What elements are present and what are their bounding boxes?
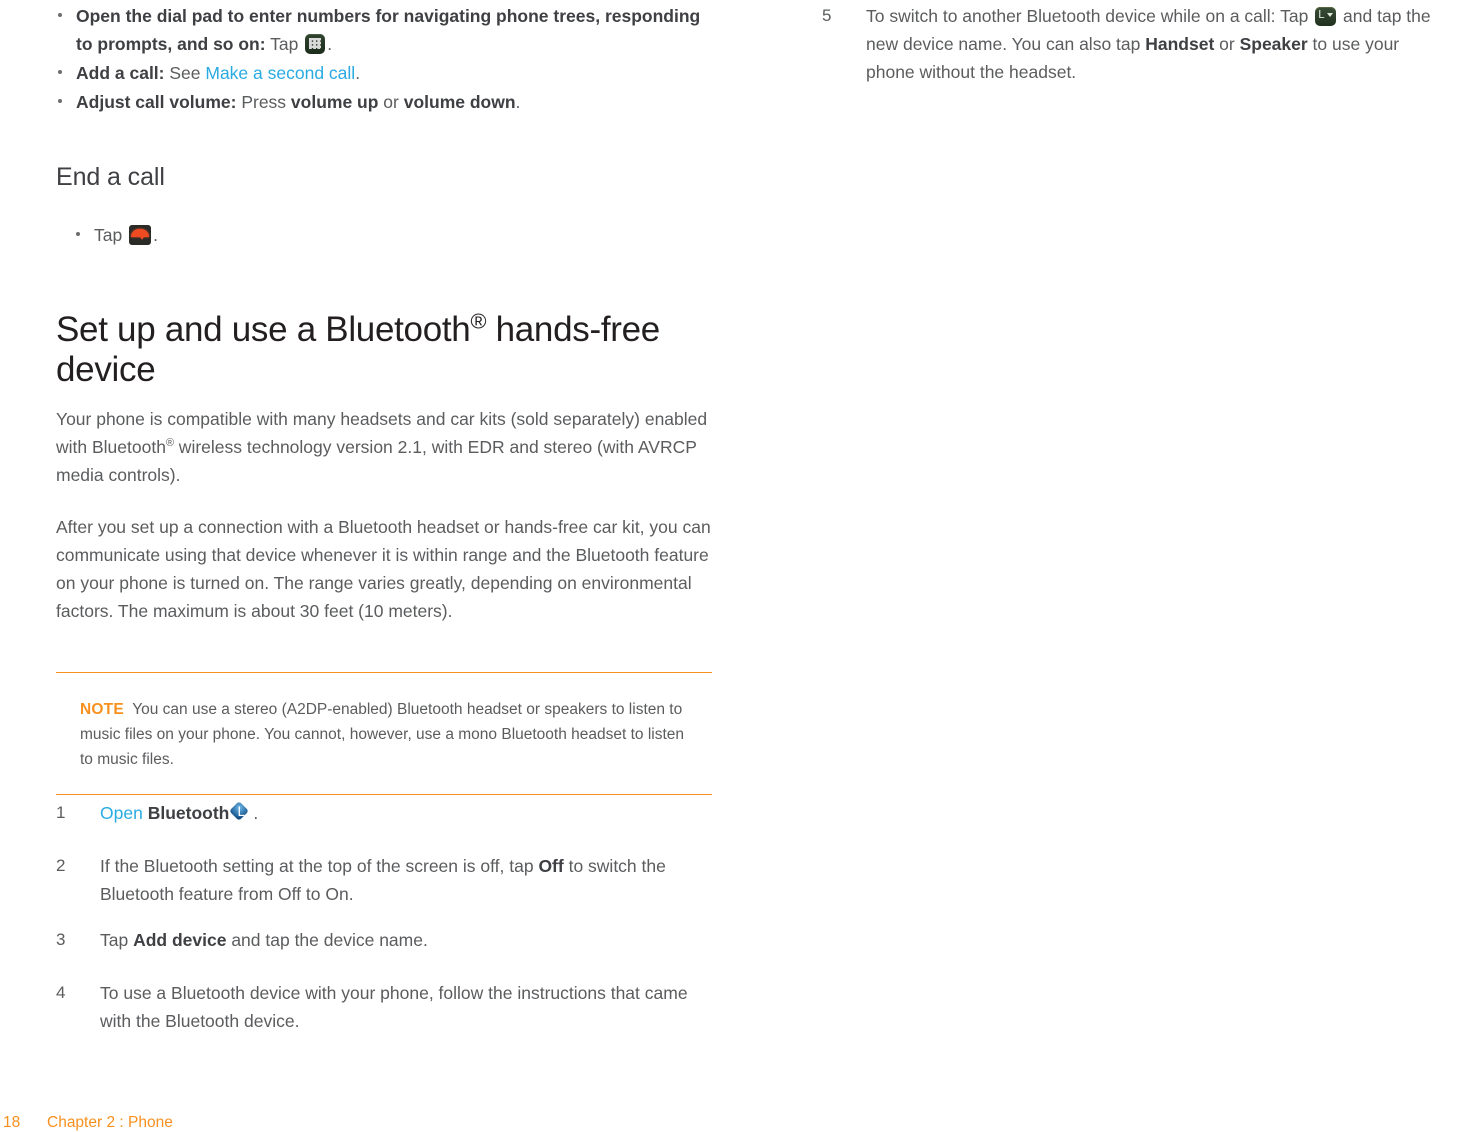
step-item-3: 3 Tap Add device and tap the device name… bbox=[56, 926, 716, 954]
bluetooth-rune-icon: ᒪ bbox=[237, 805, 245, 820]
page-title-part1: Set up and use a Bluetooth bbox=[56, 310, 471, 349]
step-text: Tap Add device and tap the device name. bbox=[100, 926, 716, 954]
step-number: 1 bbox=[56, 803, 66, 822]
bullet-lead-label: Adjust call volume: bbox=[76, 92, 237, 112]
intro-paragraph-1: Your phone is compatible with many heads… bbox=[56, 405, 716, 489]
document-page: Open the dial pad to enter numbers for n… bbox=[0, 0, 1475, 1131]
step-3-text-2: and tap the device name. bbox=[226, 930, 428, 950]
bluetooth-glyph-icon: ᒪ bbox=[1318, 8, 1325, 21]
registered-trademark-symbol: ® bbox=[165, 437, 174, 450]
bluetooth-setting-label: Bluetooth bbox=[147, 803, 230, 823]
step-number: 2 bbox=[56, 856, 66, 875]
note-content: NOTE You can use a stereo (A2DP-enabled)… bbox=[56, 673, 692, 794]
bullet-press-text: Press bbox=[236, 92, 291, 112]
step-number: 3 bbox=[56, 930, 66, 949]
speaker-button-label: Speaker bbox=[1239, 34, 1308, 54]
bullet-tap-text: Tap bbox=[265, 34, 304, 54]
step-2-text-1: If the Bluetooth setting at the top of t… bbox=[100, 856, 539, 876]
bullet-list: Open the dial pad to enter numbers for n… bbox=[56, 2, 716, 117]
cross-reference-link[interactable]: Make a second call bbox=[205, 63, 355, 83]
dialpad-icon[interactable] bbox=[305, 34, 326, 54]
bullet-period: . bbox=[515, 92, 521, 112]
note-bottom-rule bbox=[56, 794, 712, 795]
volume-down-key-label: volume down bbox=[403, 92, 516, 112]
bullet-lead-label: Open the dial pad to enter numbers for n… bbox=[76, 6, 701, 54]
step-item-2: 2 If the Bluetooth setting at the top of… bbox=[56, 852, 716, 908]
note-callout: NOTE You can use a stereo (A2DP-enabled)… bbox=[56, 672, 712, 795]
bullet-text: Tap . bbox=[94, 221, 494, 249]
bullet-text: Add a call: See Make a second call. bbox=[76, 59, 716, 87]
off-toggle-label: Off bbox=[538, 856, 564, 876]
page-title: Set up and use a Bluetooth® hands-free d… bbox=[56, 310, 716, 390]
step-text: To use a Bluetooth device with your phon… bbox=[100, 983, 688, 1031]
list-item: Open the dial pad to enter numbers for n… bbox=[56, 2, 716, 58]
bullet-dot-icon bbox=[58, 70, 62, 74]
list-item: Add a call: See Make a second call. bbox=[56, 59, 716, 87]
bullet-text: Open the dial pad to enter numbers for n… bbox=[76, 2, 716, 58]
step-text: Open Bluetooth ᒪ. bbox=[100, 799, 716, 827]
end-call-tap-text: Tap bbox=[94, 225, 128, 245]
handset-button-label: Handset bbox=[1145, 34, 1215, 54]
step-text: To switch to another Bluetooth device wh… bbox=[866, 2, 1442, 86]
bluetooth-icon[interactable]: ᒪ bbox=[229, 801, 251, 823]
volume-up-key-label: volume up bbox=[290, 92, 379, 112]
step-5-text-1: To switch to another Bluetooth device wh… bbox=[866, 6, 1314, 26]
bullet-period: . bbox=[327, 34, 333, 54]
footer-chapter-label: Chapter 2 : Phone bbox=[47, 1114, 173, 1131]
end-call-icon[interactable] bbox=[129, 225, 152, 245]
step-number: 5 bbox=[822, 6, 832, 25]
step-item-5: 5 To switch to another Bluetooth device … bbox=[822, 2, 1442, 86]
open-link[interactable]: Open bbox=[100, 803, 143, 823]
bullet-dot-icon bbox=[58, 99, 62, 103]
footer-page-number: 18 bbox=[3, 1114, 21, 1131]
step-item-1: 1 Open Bluetooth ᒪ. bbox=[56, 799, 716, 827]
bullet-dot-icon bbox=[58, 13, 62, 17]
step-text: If the Bluetooth setting at the top of t… bbox=[100, 852, 716, 908]
bullet-dot-icon bbox=[76, 232, 80, 236]
step-5-text-3: or bbox=[1214, 34, 1240, 54]
bullet-lead-label: Add a call: bbox=[76, 63, 165, 83]
list-item: Adjust call volume: Press volume up or v… bbox=[56, 88, 716, 116]
list-item: Tap . bbox=[74, 221, 494, 249]
arrow-down-icon bbox=[137, 232, 148, 240]
bullet-see-text: See bbox=[164, 63, 206, 83]
note-text: You can use a stereo (A2DP-enabled) Blue… bbox=[80, 701, 685, 768]
page-subheading-end-a-call: End a call bbox=[56, 163, 165, 191]
step-item-4: 4 To use a Bluetooth device with your ph… bbox=[56, 979, 716, 1035]
add-device-button-label: Add device bbox=[133, 930, 227, 950]
bluetooth-audio-icon[interactable]: ᒪ bbox=[1315, 7, 1337, 26]
intro-paragraph-2: After you set up a connection with a Blu… bbox=[56, 517, 711, 621]
end-call-period: . bbox=[153, 225, 158, 245]
chevron-down-icon bbox=[1327, 13, 1334, 17]
bullet-text: Adjust call volume: Press volume up or v… bbox=[76, 88, 716, 116]
registered-trademark-symbol: ® bbox=[470, 308, 487, 334]
bullet-period: . bbox=[355, 63, 361, 83]
step-number: 4 bbox=[56, 983, 66, 1002]
step-3-text-1: Tap bbox=[100, 930, 134, 950]
bullet-or-text: or bbox=[378, 92, 404, 112]
step-period: . bbox=[253, 803, 259, 823]
note-label: NOTE bbox=[80, 701, 124, 718]
dialpad-grid-icon bbox=[309, 37, 322, 49]
